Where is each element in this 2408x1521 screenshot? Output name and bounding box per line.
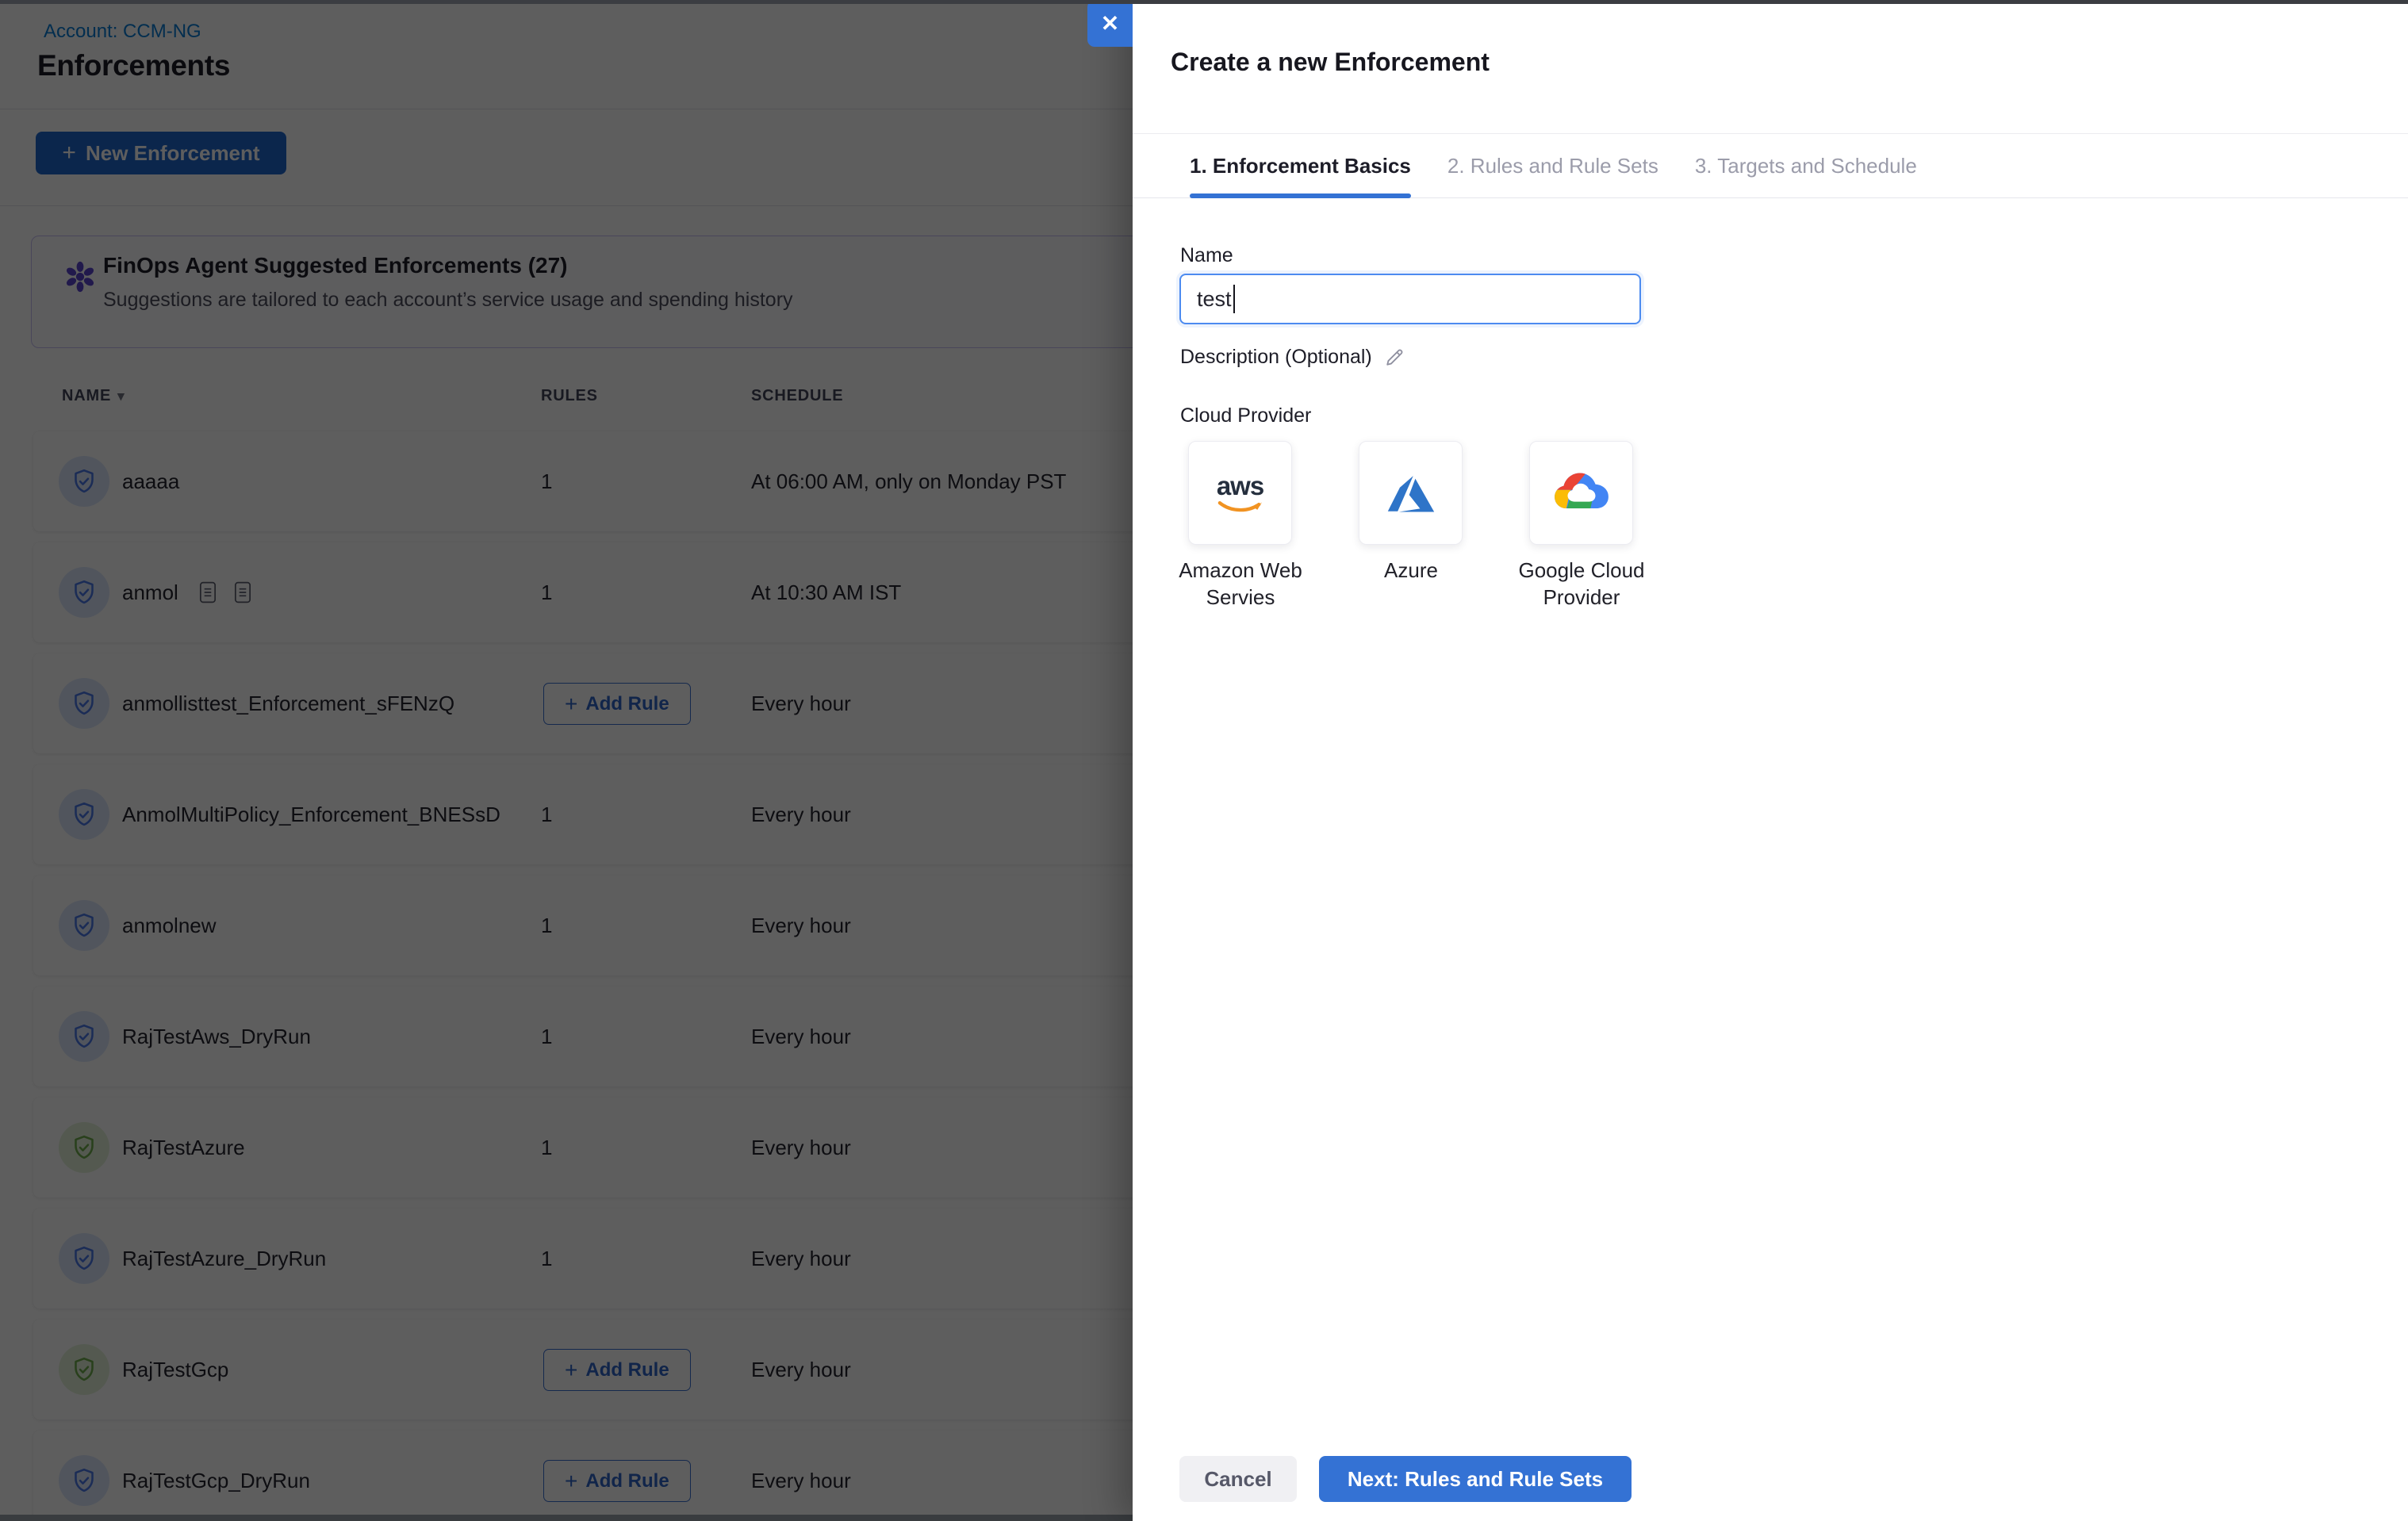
create-enforcement-drawer: ✕ Create a new Enforcement 1. Enforcemen… [1133, 0, 2408, 1521]
gcp-card[interactable] [1529, 441, 1633, 545]
edit-pencil-icon[interactable] [1383, 347, 1405, 369]
drawer-title: Create a new Enforcement [1171, 48, 1490, 77]
provider-gcp: Google Cloud Provider [1529, 441, 1633, 611]
cancel-button[interactable]: Cancel [1179, 1456, 1297, 1502]
aws-card[interactable]: aws [1188, 441, 1292, 545]
azure-logo-icon [1386, 469, 1436, 518]
drawer-footer: Cancel Next: Rules and Rule Sets [1179, 1456, 1632, 1502]
name-input-value: test [1197, 287, 1232, 312]
name-input[interactable]: test [1179, 274, 1641, 324]
next-button[interactable]: Next: Rules and Rule Sets [1319, 1456, 1632, 1502]
provider-azure: Azure [1359, 441, 1463, 611]
gcp-label: Google Cloud Provider [1490, 557, 1673, 611]
text-cursor [1233, 285, 1235, 313]
azure-label: Azure [1320, 557, 1502, 584]
description-label-row: Description (Optional) [1180, 346, 1405, 369]
tab-targets-and-schedule[interactable]: 3. Targets and Schedule [1695, 134, 1917, 197]
wizard-tabs: 1. Enforcement Basics 2. Rules and Rule … [1133, 134, 2408, 198]
provider-aws: aws Amazon Web Servies [1188, 441, 1292, 611]
aws-logo-icon: aws [1217, 473, 1263, 499]
tab-enforcement-basics[interactable]: 1. Enforcement Basics [1190, 134, 1411, 197]
gcp-logo-icon [1554, 471, 1609, 515]
window-top-edge [0, 0, 2408, 4]
aws-smile-icon [1217, 500, 1263, 513]
close-icon: ✕ [1101, 10, 1119, 36]
cloud-provider-options: aws Amazon Web Servies Azure [1188, 441, 1633, 611]
screen: Account: CCM-NG Enforcements + New Enfor… [0, 0, 2408, 1521]
tab-rules-and-rule-sets[interactable]: 2. Rules and Rule Sets [1447, 134, 1658, 197]
azure-card[interactable] [1359, 441, 1463, 545]
name-label: Name [1180, 244, 1233, 267]
aws-label: Amazon Web Servies [1149, 557, 1332, 611]
description-label: Description (Optional) [1180, 346, 1372, 369]
close-drawer-button[interactable]: ✕ [1087, 0, 1133, 47]
cloud-provider-label: Cloud Provider [1180, 404, 1311, 427]
